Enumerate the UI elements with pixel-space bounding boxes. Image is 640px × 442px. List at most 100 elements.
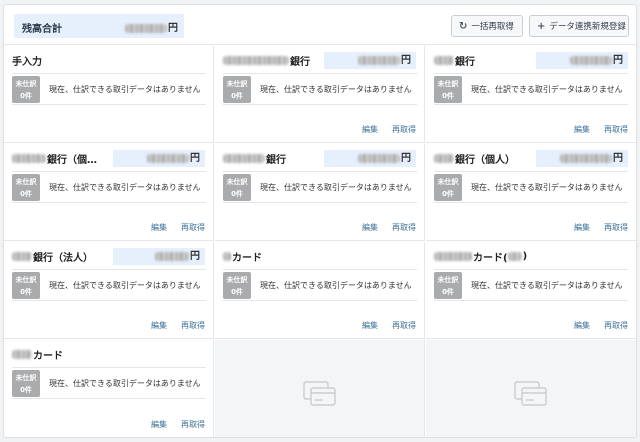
refetch-link[interactable]: 再取得	[604, 222, 628, 233]
status-message: 現在、仕訳できる取引データはありません	[471, 281, 623, 290]
badge-label: 未仕訳	[437, 80, 459, 88]
card-actions: 編集 再取得	[362, 222, 416, 233]
credit-card-icon	[302, 380, 336, 406]
account-card-credit: カード() 未仕訳 0件 現在、仕訳できる取引データはありません 編集 再取得	[426, 242, 636, 339]
card-status-row[interactable]: 未仕訳 0件 現在、仕訳できる取引データはありません	[223, 73, 417, 105]
status-message: 現在、仕訳できる取引データはありません	[471, 183, 623, 192]
badge-label: 未仕訳	[226, 80, 248, 88]
card-status-row[interactable]: 未仕訳 0件 現在、仕訳できる取引データはありません	[12, 73, 206, 105]
masked-name	[507, 251, 522, 261]
badge-count: 0件	[20, 386, 32, 394]
status-message: 現在、仕訳できる取引データはありません	[49, 183, 201, 192]
balance-currency: 円	[168, 23, 178, 34]
masked-amount	[147, 153, 189, 163]
edit-link[interactable]: 編集	[574, 320, 590, 331]
header: 残高合計 円 ↻ 一括再取得 + データ連携新規登録	[4, 5, 636, 45]
unjournaled-badge: 未仕訳 0件	[223, 174, 251, 201]
card-status-row[interactable]: 未仕訳 0件 現在、仕訳できる取引データはありません	[434, 171, 628, 203]
balance-amount: 円	[125, 19, 178, 34]
masked-amount	[358, 55, 400, 65]
masked-amount	[560, 153, 612, 163]
badge-count: 0件	[442, 92, 454, 100]
unjournaled-badge: 未仕訳 0件	[223, 272, 251, 299]
card-title: 銀行	[434, 53, 475, 68]
unjournaled-badge: 未仕訳 0件	[434, 272, 462, 299]
masked-name	[223, 251, 231, 261]
card-currency: 円	[401, 153, 411, 164]
card-title: カード	[12, 347, 63, 362]
account-card-credit: カード 未仕訳 0件 現在、仕訳できる取引データはありません 編集 再取得	[215, 242, 425, 339]
badge-count: 0件	[231, 92, 243, 100]
card-title-text: 銀行（個人）	[455, 154, 515, 166]
badge-count: 0件	[20, 190, 32, 198]
account-card-bank-corporate: 銀行（法人） 円 未仕訳 0件 現在、仕訳できる取引データはありません 編集 再取…	[4, 242, 214, 339]
card-status-row[interactable]: 未仕訳 0件 現在、仕訳できる取引データはありません	[223, 171, 417, 203]
card-status-row[interactable]: 未仕訳 0件 現在、仕訳できる取引データはありません	[434, 269, 628, 301]
card-actions: 編集 再取得	[574, 320, 628, 331]
badge-count: 0件	[231, 190, 243, 198]
card-title: 銀行（個…	[12, 151, 97, 166]
status-message: 現在、仕訳できる取引データはありません	[49, 281, 201, 290]
edit-link[interactable]: 編集	[362, 222, 378, 233]
edit-link[interactable]: 編集	[574, 222, 590, 233]
card-title: 銀行（法人）	[12, 249, 93, 264]
masked-name	[223, 153, 265, 163]
unjournaled-badge: 未仕訳 0件	[434, 174, 462, 201]
card-status-row[interactable]: 未仕訳 0件 現在、仕訳できる取引データはありません	[12, 171, 206, 203]
refetch-link[interactable]: 再取得	[181, 320, 205, 331]
badge-label: 未仕訳	[15, 374, 37, 382]
refetch-link[interactable]: 再取得	[181, 222, 205, 233]
card-balance: 円	[113, 150, 205, 167]
edit-link[interactable]: 編集	[362, 124, 378, 135]
card-status-row[interactable]: 未仕訳 0件 現在、仕訳できる取引データはありません	[223, 269, 417, 301]
badge-count: 0件	[20, 92, 32, 100]
masked-name	[12, 153, 46, 163]
masked-amount	[155, 251, 189, 261]
badge-label: 未仕訳	[15, 80, 37, 88]
status-message: 現在、仕訳できる取引データはありません	[471, 85, 623, 94]
refresh-all-button[interactable]: ↻ 一括再取得	[451, 15, 523, 37]
card-title: 銀行	[223, 151, 286, 166]
edit-link[interactable]: 編集	[151, 320, 167, 331]
account-card-bank: 銀行 円 未仕訳 0件 現在、仕訳できる取引データはありません 編集 再取得	[426, 46, 636, 143]
card-currency: 円	[613, 55, 623, 66]
add-connection-button[interactable]: + データ連携新規登録	[529, 15, 629, 37]
card-title-text: カード(	[473, 252, 508, 264]
edit-link[interactable]: 編集	[151, 419, 167, 430]
card-actions: 編集 再取得	[574, 222, 628, 233]
add-connection-label: データ連携新規登録	[549, 22, 626, 32]
card-actions: 編集 再取得	[362, 124, 416, 135]
empty-slot	[426, 340, 636, 437]
refresh-all-label: 一括再取得	[471, 22, 514, 32]
card-title-text: カード	[33, 350, 63, 362]
badge-count: 0件	[231, 288, 243, 296]
badge-label: 未仕訳	[437, 276, 459, 284]
balance-total: 残高合計 円	[14, 14, 184, 38]
card-title-text: 銀行	[266, 154, 286, 166]
masked-amount	[125, 23, 167, 33]
card-actions: 編集 再取得	[362, 320, 416, 331]
badge-label: 未仕訳	[15, 276, 37, 284]
card-title: 手入力	[12, 53, 42, 68]
refetch-link[interactable]: 再取得	[392, 320, 416, 331]
card-actions: 編集 再取得	[151, 320, 205, 331]
card-status-row[interactable]: 未仕訳 0件 現在、仕訳できる取引データはありません	[434, 73, 628, 105]
card-title-suffix: )	[522, 250, 528, 262]
edit-link[interactable]: 編集	[574, 124, 590, 135]
masked-name	[434, 251, 472, 261]
account-grid: 手入力 未仕訳 0件 現在、仕訳できる取引データはありません 銀行 円 未仕訳 0件…	[4, 46, 636, 438]
masked-name	[223, 55, 289, 65]
status-message: 現在、仕訳できる取引データはありません	[260, 281, 412, 290]
card-balance: 円	[324, 52, 416, 69]
edit-link[interactable]: 編集	[362, 320, 378, 331]
refetch-link[interactable]: 再取得	[181, 419, 205, 430]
refetch-link[interactable]: 再取得	[392, 222, 416, 233]
balance-label: 残高合計	[22, 24, 62, 35]
card-status-row[interactable]: 未仕訳 0件 現在、仕訳できる取引データはありません	[12, 367, 206, 399]
refetch-link[interactable]: 再取得	[604, 320, 628, 331]
refetch-link[interactable]: 再取得	[604, 124, 628, 135]
card-status-row[interactable]: 未仕訳 0件 現在、仕訳できる取引データはありません	[12, 269, 206, 301]
badge-count: 0件	[442, 288, 454, 296]
edit-link[interactable]: 編集	[151, 222, 167, 233]
refetch-link[interactable]: 再取得	[392, 124, 416, 135]
